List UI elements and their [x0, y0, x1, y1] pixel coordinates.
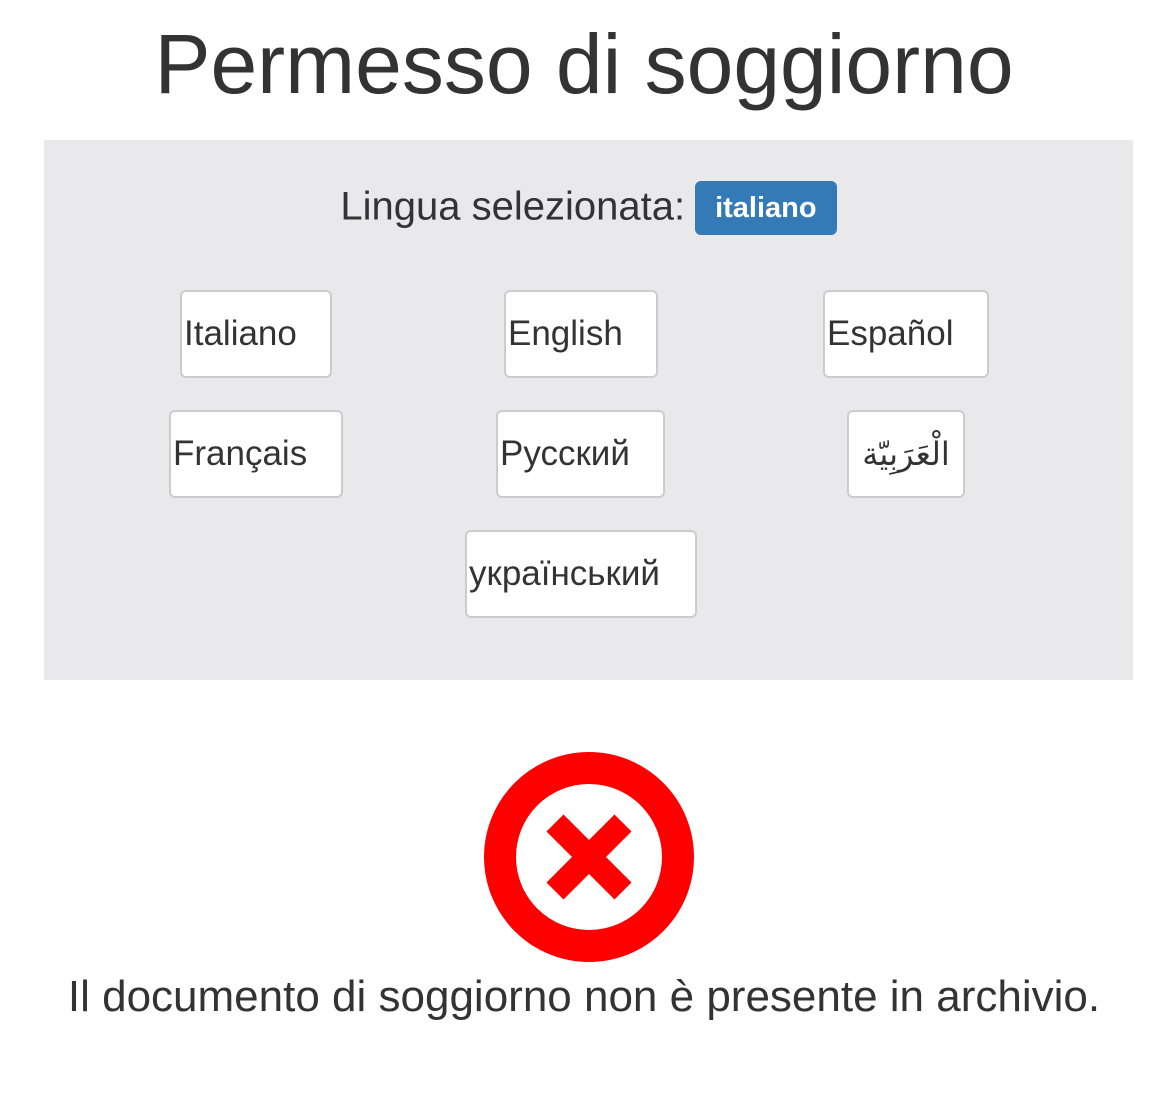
page-title: Permesso di soggiorno: [154, 17, 1014, 111]
result-message: Il documento di soggiorno non è presente…: [67, 972, 1101, 1021]
language-button-english[interactable]: English: [504, 290, 658, 378]
selected-language-label: Lingua selezionata:: [340, 184, 686, 229]
language-button-italiano[interactable]: Italiano: [180, 290, 332, 378]
selected-language-badge: italiano: [695, 181, 837, 236]
language-button-espanol[interactable]: Español: [823, 290, 989, 378]
selected-language-status: Lingua selezionata: italiano: [44, 176, 1133, 236]
error-circle-x-icon: [484, 752, 694, 962]
language-button-russian[interactable]: Русский: [496, 410, 665, 498]
language-button-francais[interactable]: Français: [169, 410, 343, 498]
language-button-ukrainian[interactable]: український: [465, 530, 697, 618]
language-button-arabic[interactable]: الْعَرَبِيّة: [847, 410, 965, 498]
language-panel: Lingua selezionata: italiano Italiano Eng…: [44, 140, 1133, 680]
